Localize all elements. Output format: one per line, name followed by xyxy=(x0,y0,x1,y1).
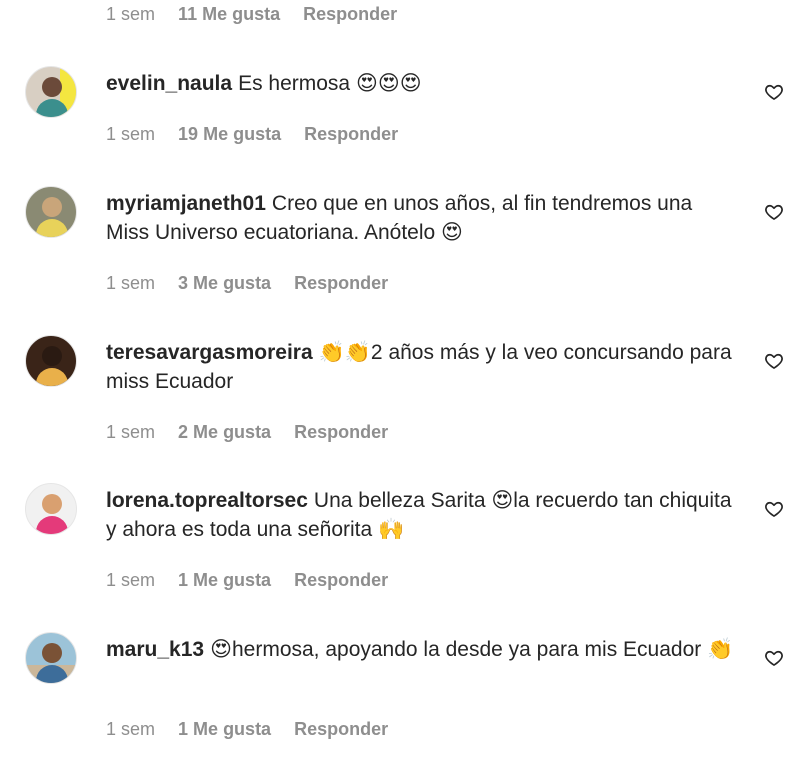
heart-outline-icon[interactable] xyxy=(764,202,784,222)
comment-meta-row: 1 sem 2 Me gusta Responder xyxy=(106,422,406,443)
comment-likes[interactable]: 1 Me gusta xyxy=(178,719,271,740)
comment-meta-row: 1 sem 11 Me gusta Responder xyxy=(106,4,415,25)
comment-likes[interactable]: 2 Me gusta xyxy=(178,422,271,443)
comment-time: 1 sem xyxy=(106,719,156,739)
comment-likes[interactable]: 1 Me gusta xyxy=(178,570,271,591)
avatar[interactable] xyxy=(25,483,77,535)
comment-text: myriamjaneth01 Creo que en unos años, al … xyxy=(106,189,736,247)
comment-likes[interactable]: 11 Me gusta xyxy=(178,4,280,25)
comment-meta-row: 1 sem 19 Me gusta Responder xyxy=(106,124,416,145)
comment-meta-row: 1 sem 3 Me gusta Responder xyxy=(106,273,406,294)
avatar[interactable] xyxy=(25,335,77,387)
comment-time: 1 sem xyxy=(106,570,156,590)
comment-username[interactable]: myriamjaneth01 xyxy=(106,192,266,215)
comment-time: 1 sem xyxy=(106,422,156,442)
comment-username[interactable]: teresavargasmoreira xyxy=(106,341,313,364)
comment-text: teresavargasmoreira 👏👏2 años más y la veo… xyxy=(106,338,736,396)
comment-likes[interactable]: 19 Me gusta xyxy=(178,124,281,145)
comment-meta-row: 1 sem 1 Me gusta Responder xyxy=(106,719,406,740)
comment-username[interactable]: evelin_naula xyxy=(106,72,232,95)
comment-likes[interactable]: 3 Me gusta xyxy=(178,273,271,294)
reply-button[interactable]: Responder xyxy=(294,570,388,591)
heart-outline-icon[interactable] xyxy=(764,648,784,668)
heart-outline-icon[interactable] xyxy=(764,351,784,371)
reply-button[interactable]: Responder xyxy=(294,422,388,443)
heart-outline-icon[interactable] xyxy=(764,499,784,519)
avatar[interactable] xyxy=(25,66,77,118)
reply-button[interactable]: Responder xyxy=(303,4,397,25)
reply-button[interactable]: Responder xyxy=(304,124,398,145)
comment-text: lorena.toprealtorsec Una belleza Sarita 😍… xyxy=(106,486,736,544)
reply-button[interactable]: Responder xyxy=(294,719,388,740)
comment-time: 1 sem xyxy=(106,124,156,144)
heart-outline-icon[interactable] xyxy=(764,82,784,102)
comment-username[interactable]: lorena.toprealtorsec xyxy=(106,489,308,512)
comment-time: 1 sem xyxy=(106,273,156,293)
reply-button[interactable]: Responder xyxy=(294,273,388,294)
avatar[interactable] xyxy=(25,186,77,238)
comment-text: evelin_naula Es hermosa 😍😍😍 xyxy=(106,69,736,98)
comment-body: 😍hermosa, apoyando la desde ya para mis … xyxy=(210,638,734,661)
comment-time: 1 sem xyxy=(106,4,156,24)
comment-meta-row: 1 sem 1 Me gusta Responder xyxy=(106,570,406,591)
comment-username[interactable]: maru_k13 xyxy=(106,638,204,661)
comment-text: maru_k13 😍hermosa, apoyando la desde ya p… xyxy=(106,635,736,664)
avatar[interactable] xyxy=(25,632,77,684)
comment-body: Es hermosa 😍😍😍 xyxy=(238,72,422,95)
